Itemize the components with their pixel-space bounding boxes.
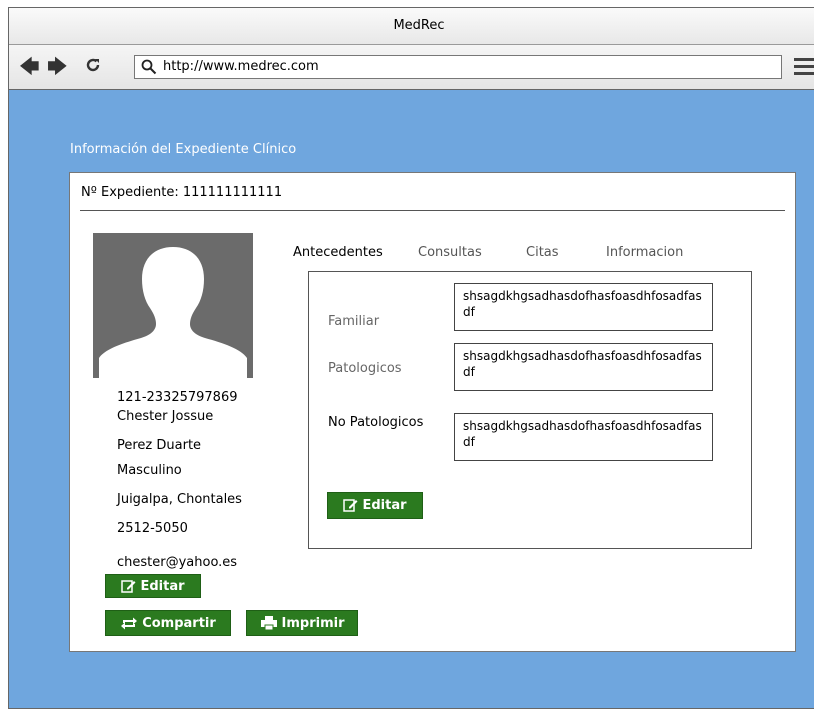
familiar-label: Familiar — [328, 314, 380, 329]
hamburger-menu-icon[interactable] — [794, 58, 814, 76]
window-title: MedRec — [9, 8, 814, 45]
antecedentes-panel: Familiar shsagdkhgsadhasdofhasfoasdhfosa… — [308, 271, 752, 549]
arrow-right-icon[interactable]: 🡆 — [47, 56, 68, 76]
page-title: Información del Expediente Clínico — [70, 142, 297, 157]
avatar — [93, 233, 253, 378]
address-bar[interactable]: http://www.medrec.com — [134, 55, 782, 79]
share-button[interactable]: Compartir — [105, 610, 231, 636]
edit-label: Editar — [140, 578, 185, 594]
tab-citas[interactable]: Citas — [526, 245, 559, 260]
record-number: Nº Expediente: 111111111111 — [81, 185, 283, 200]
patient-email: chester@yahoo.es — [117, 555, 238, 570]
patient-location: Juigalpa, Chontales — [117, 492, 242, 507]
patient-first-name: Chester Jossue — [117, 409, 214, 424]
edit-icon — [121, 579, 136, 593]
reload-icon[interactable] — [84, 56, 102, 77]
arrow-left-icon[interactable]: 🡄 — [19, 56, 40, 76]
patologicos-field[interactable]: shsagdkhgsadhasdofhasfoasdhfosadfasdf — [454, 343, 713, 391]
share-icon — [121, 617, 138, 629]
divider — [80, 210, 785, 211]
print-label: Imprimir — [281, 615, 345, 631]
url-text: http://www.medrec.com — [163, 59, 319, 74]
patient-id: 121-23325797869 — [117, 390, 238, 405]
print-button[interactable]: Imprimir — [246, 610, 358, 636]
familiar-field[interactable]: shsagdkhgsadhasdofhasfoasdhfosadfasdf — [454, 283, 713, 331]
search-icon — [141, 59, 157, 75]
print-icon — [260, 616, 277, 631]
patient-phone: 2512-5050 — [117, 521, 188, 536]
edit-label: Editar — [362, 498, 407, 513]
tab-informacion[interactable]: Informacion — [606, 245, 683, 260]
no-patologicos-label: No Patologicos — [328, 415, 424, 430]
patient-last-name: Perez Duarte — [117, 438, 202, 453]
patologicos-label: Patologicos — [328, 361, 402, 376]
patient-gender: Masculino — [117, 463, 182, 478]
tab-consultas[interactable]: Consultas — [418, 245, 482, 260]
edit-icon — [343, 499, 358, 512]
edit-antecedentes-button[interactable]: Editar — [327, 492, 423, 519]
tab-antecedentes[interactable]: Antecedentes — [293, 245, 383, 260]
share-label: Compartir — [142, 615, 216, 631]
edit-patient-button[interactable]: Editar — [105, 574, 201, 598]
record-card: Nº Expediente: 111111111111 121-23325797… — [69, 172, 796, 652]
no-patologicos-field[interactable]: shsagdkhgsadhasdofhasfoasdhfosadfasdf — [454, 413, 713, 461]
browser-toolbar: 🡄 🡆 http://www.medrec.com — [9, 45, 814, 90]
user-silhouette-icon — [99, 247, 247, 378]
